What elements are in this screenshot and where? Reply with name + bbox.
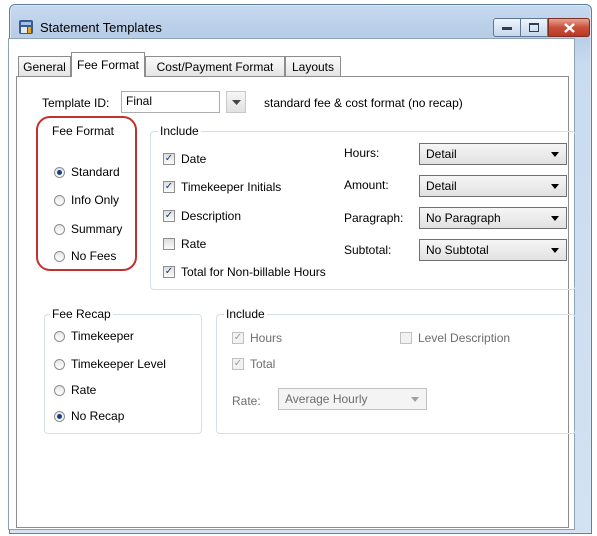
checkbox-label: Description [181,209,242,223]
radio-label: Timekeeper Level [71,357,166,371]
minimize-button[interactable] [493,18,521,37]
dropdown-caret-icon [411,397,419,402]
fee-recap-timekeeper-level-radio[interactable]: Timekeeper Level [54,357,166,371]
recap-rate-select[interactable]: Average Hourly [278,388,427,410]
subtotal-select-value: No Subtotal [426,243,489,257]
close-button[interactable] [548,18,590,37]
paragraph-select-value: No Paragraph [426,211,501,225]
description-checkbox[interactable]: ✓ Description [163,209,241,223]
template-id-input[interactable]: Final [121,91,220,113]
fee-recap-timekeeper-radio[interactable]: Timekeeper [54,329,134,343]
amount-select[interactable]: Detail [419,175,567,197]
radio-icon [54,358,65,370]
window-title: Statement Templates [40,20,162,35]
dropdown-caret-icon [551,152,559,157]
template-description: standard fee & cost format (no recap) [264,96,463,110]
hours-label: Hours: [344,146,380,160]
radio-icon [54,194,65,206]
minimize-icon [502,26,512,30]
dropdown-caret-icon [551,248,559,253]
paragraph-label: Paragraph: [344,211,404,225]
tab-fee-format[interactable]: Fee Format [71,52,145,77]
level-description-checkbox[interactable]: Level Description [400,331,510,345]
paragraph-select[interactable]: No Paragraph [419,207,567,229]
date-checkbox[interactable]: ✓ Date [163,152,206,166]
radio-selected-icon [54,410,65,422]
checkbox-checked-icon: ✓ [163,181,175,193]
fee-format-title: Fee Format [50,124,117,138]
dropdown-caret-icon [551,184,559,189]
checkbox-label: Timekeeper Initials [181,180,282,194]
maximize-icon [529,23,539,32]
radio-label: No Fees [71,249,117,263]
subtotal-select[interactable]: No Subtotal [419,239,567,261]
timekeeper-initials-checkbox[interactable]: ✓ Timekeeper Initials [163,180,281,194]
radio-icon [54,384,65,396]
radio-selected-icon [54,166,65,178]
radio-label: Summary [71,222,123,236]
subtotal-label: Subtotal: [344,243,392,257]
fee-format-info-only-radio[interactable]: Info Only [54,193,119,207]
chevron-down-icon [231,99,241,105]
recap-hours-checkbox[interactable]: ✓ Hours [232,331,282,345]
radio-label: Timekeeper [71,329,134,343]
total-non-billable-hours-checkbox[interactable]: ✓ Total for Non-billable Hours [163,265,326,279]
close-icon [563,22,575,33]
hours-select-value: Detail [426,147,457,161]
checkbox-checked-icon: ✓ [163,153,175,165]
rate-checkbox[interactable]: Rate [163,237,206,251]
checkbox-label: Total [250,357,276,371]
include-title: Include [158,124,201,138]
statement-templates-icon [19,20,33,34]
checkbox-checked-icon: ✓ [163,210,175,222]
recap-rate-label: Rate: [232,394,261,408]
fee-format-summary-radio[interactable]: Summary [54,222,122,236]
recap-total-checkbox[interactable]: ✓ Total [232,357,275,371]
amount-select-value: Detail [426,179,457,193]
checkbox-checked-icon: ✓ [163,266,175,278]
radio-label: No Recap [71,409,125,423]
radio-label: Standard [71,165,120,179]
checkbox-label: Total for Non-billable Hours [181,265,326,279]
maximize-button[interactable] [521,18,548,37]
fee-recap-no-recap-radio[interactable]: No Recap [54,409,124,423]
fee-recap-rate-radio[interactable]: Rate [54,383,96,397]
radio-label: Rate [71,383,97,397]
fee-recap-title: Fee Recap [50,307,113,321]
checkbox-label: Date [181,152,207,166]
tab-layouts[interactable]: Layouts [285,56,341,76]
radio-icon [54,250,65,262]
amount-label: Amount: [344,178,389,192]
radio-icon [54,330,65,342]
checkbox-unchecked-icon [163,238,175,250]
recap-include-title: Include [224,307,267,321]
tab-general[interactable]: General [18,56,71,76]
checkbox-label: Level Description [418,331,511,345]
checkbox-unchecked-icon [400,332,412,344]
checkbox-label: Rate [181,237,207,251]
recap-rate-select-value: Average Hourly [285,392,368,406]
fee-format-no-fees-radio[interactable]: No Fees [54,249,116,263]
checkbox-checked-icon: ✓ [232,332,244,344]
hours-select[interactable]: Detail [419,143,567,165]
checkbox-label: Hours [250,331,283,345]
dropdown-caret-icon [551,216,559,221]
fee-format-standard-radio[interactable]: Standard [54,165,120,179]
template-id-dropdown-button[interactable] [226,91,246,113]
radio-icon [54,223,65,235]
radio-label: Info Only [71,193,120,207]
checkbox-checked-icon: ✓ [232,358,244,370]
template-id-label: Template ID: [42,96,110,110]
tab-cost-payment-format[interactable]: Cost/Payment Format [145,56,285,76]
